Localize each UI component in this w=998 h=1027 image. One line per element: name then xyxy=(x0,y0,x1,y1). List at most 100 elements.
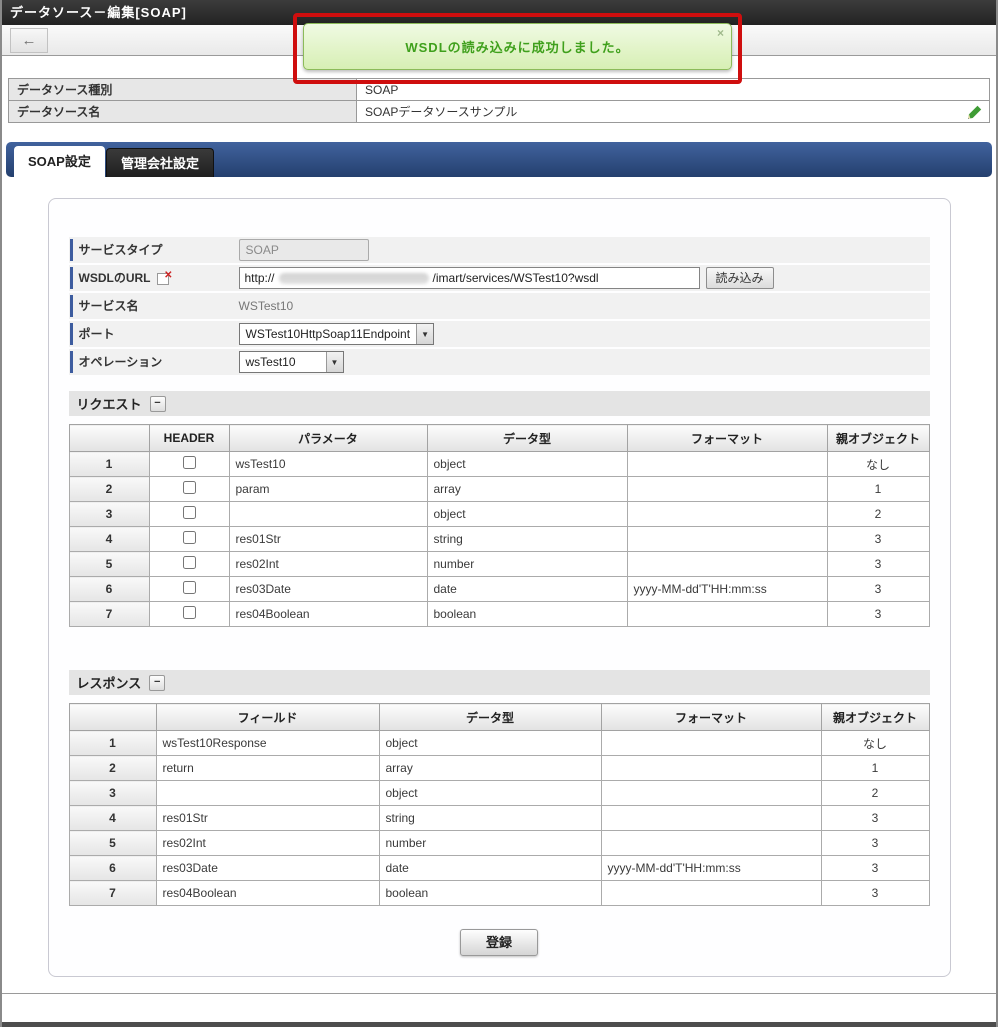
type-cell: object xyxy=(426,451,628,477)
field-cell xyxy=(155,780,380,806)
row-number: 2 xyxy=(68,476,150,502)
format-cell xyxy=(626,451,828,477)
datasource-type-label: データソース種別 xyxy=(8,78,357,101)
row-number: 4 xyxy=(68,805,157,831)
response-section-title: レスポンス xyxy=(76,676,142,691)
table-row: 6 res03Date date yyyy-MM-dd'T'HH:mm:ss 3 xyxy=(68,855,930,881)
register-button[interactable]: 登録 xyxy=(460,929,538,956)
header-checkbox[interactable] xyxy=(182,556,196,569)
masked-host-segment xyxy=(278,272,429,284)
format-cell xyxy=(626,526,828,552)
header-col-header: HEADER xyxy=(148,424,230,452)
table-row: 6 res03Date date yyyy-MM-dd'T'HH:mm:ss 3 xyxy=(68,576,930,602)
row-number: 2 xyxy=(68,755,157,781)
table-row: 4 res01Str string 3 xyxy=(68,526,930,552)
format-cell xyxy=(600,755,822,781)
header-checkbox[interactable] xyxy=(182,581,196,594)
param-cell: wsTest10 xyxy=(228,451,428,477)
parent-col-header: 親オブジェクト xyxy=(826,424,930,452)
param-cell: res04Boolean xyxy=(228,601,428,627)
form-row-wsdl-url: WSDLのURL http:// /imart/services/WSTest10… xyxy=(68,263,930,291)
field-cell: res03Date xyxy=(155,855,380,881)
datasource-name-value: SOAPデータソースサンプル xyxy=(365,105,518,119)
page: データソース－編集[SOAP] ← データソース種別 SOAP データソース名 … xyxy=(0,0,998,1027)
row-number: 1 xyxy=(68,451,150,477)
url-suffix: /imart/services/WSTest10?wsdl xyxy=(432,271,599,285)
service-type-label: サービスタイプ xyxy=(69,237,234,263)
collapse-request-button[interactable]: − xyxy=(149,395,166,412)
parent-cell: 2 xyxy=(826,501,930,527)
parent-cell: 3 xyxy=(820,805,930,831)
response-table: フィールド データ型 フォーマット 親オブジェクト 1 wsTest10Respo… xyxy=(68,703,930,906)
format-col-header: フォーマット xyxy=(626,424,828,452)
format-cell xyxy=(600,730,822,756)
type-cell: string xyxy=(426,526,628,552)
param-cell: param xyxy=(228,476,428,502)
datasource-type-value: SOAP xyxy=(356,78,990,101)
back-arrow-icon: ← xyxy=(21,32,37,49)
parent-col-header: 親オブジェクト xyxy=(820,703,930,731)
parent-cell: 3 xyxy=(826,601,930,627)
parent-cell: 3 xyxy=(820,880,930,906)
port-select[interactable]: WSTest10HttpSoap11Endpoint ▼ xyxy=(238,323,435,345)
parent-cell: なし xyxy=(826,451,930,477)
header-checkbox[interactable] xyxy=(182,506,196,519)
table-row: 4 res01Str string 3 xyxy=(68,805,930,831)
tab-soap-settings[interactable]: SOAP設定 xyxy=(14,146,105,177)
row-number: 7 xyxy=(68,880,157,906)
edit-pencil-icon[interactable] xyxy=(967,104,983,123)
row-number: 1 xyxy=(68,730,157,756)
datasource-info-table: データソース種別 SOAP データソース名 SOAPデータソースサンプル xyxy=(8,78,990,123)
format-cell: yyyy-MM-dd'T'HH:mm:ss xyxy=(600,855,822,881)
form-row-operation: オペレーション wsTest10 ▼ xyxy=(68,349,930,375)
param-cell xyxy=(228,501,428,527)
collapse-response-button[interactable]: − xyxy=(149,674,166,691)
form-row-service-type: サービスタイプ SOAP xyxy=(68,237,930,263)
row-number: 7 xyxy=(68,601,150,627)
type-cell: object xyxy=(426,501,628,527)
url-prefix: http:// xyxy=(244,271,275,285)
toast-message: WSDLの読み込みに成功しました。 xyxy=(405,40,630,55)
format-cell xyxy=(600,880,822,906)
table-row: 7 res04Boolean boolean 3 xyxy=(68,880,930,906)
table-row: 2 return array 1 xyxy=(68,755,930,781)
type-cell: date xyxy=(426,576,628,602)
form-row-service-name: サービス名 WSTest10 xyxy=(68,293,930,319)
parent-cell: 1 xyxy=(826,476,930,502)
table-row: 7 res04Boolean boolean 3 xyxy=(68,601,930,627)
row-number-header xyxy=(68,703,157,731)
type-col-header: データ型 xyxy=(378,703,602,731)
header-checkbox[interactable] xyxy=(182,606,196,619)
parent-cell: 3 xyxy=(820,830,930,856)
parent-cell: 1 xyxy=(820,755,930,781)
soap-settings-panel: サービスタイプ SOAP WSDLのURL http:// /imart/serv… xyxy=(47,198,951,977)
format-cell xyxy=(600,805,822,831)
request-section-header: リクエスト − xyxy=(68,391,930,416)
format-cell xyxy=(626,551,828,577)
form-row-port: ポート WSTest10HttpSoap11Endpoint ▼ xyxy=(68,321,930,347)
chevron-down-icon: ▼ xyxy=(325,352,343,372)
header-checkbox[interactable] xyxy=(182,531,196,544)
parent-cell: 3 xyxy=(826,551,930,577)
wsdl-url-label: WSDLのURL xyxy=(69,263,234,291)
row-number: 5 xyxy=(68,830,157,856)
header-checkbox[interactable] xyxy=(182,456,196,469)
operation-selected-value: wsTest10 xyxy=(245,355,296,369)
type-col-header: データ型 xyxy=(426,424,628,452)
request-section-title: リクエスト xyxy=(76,397,142,412)
clear-checkbox-icon[interactable] xyxy=(156,263,173,289)
field-cell: return xyxy=(155,755,380,781)
close-icon[interactable]: × xyxy=(717,27,724,39)
wsdl-url-input[interactable]: http:// /imart/services/WSTest10?wsdl xyxy=(238,267,700,289)
chevron-down-icon: ▼ xyxy=(416,324,434,344)
type-cell: array xyxy=(426,476,628,502)
table-row: 1 wsTest10 object なし xyxy=(68,451,930,477)
tab-admin-company-settings[interactable]: 管理会社設定 xyxy=(106,148,215,177)
header-checkbox[interactable] xyxy=(182,481,196,494)
table-row: 5 res02Int number 3 xyxy=(68,551,930,577)
back-button[interactable]: ← xyxy=(10,28,48,53)
load-wsdl-button[interactable]: 読み込み xyxy=(705,267,774,289)
type-cell: number xyxy=(378,830,602,856)
operation-select[interactable]: wsTest10 ▼ xyxy=(238,351,344,373)
format-cell xyxy=(600,780,822,806)
